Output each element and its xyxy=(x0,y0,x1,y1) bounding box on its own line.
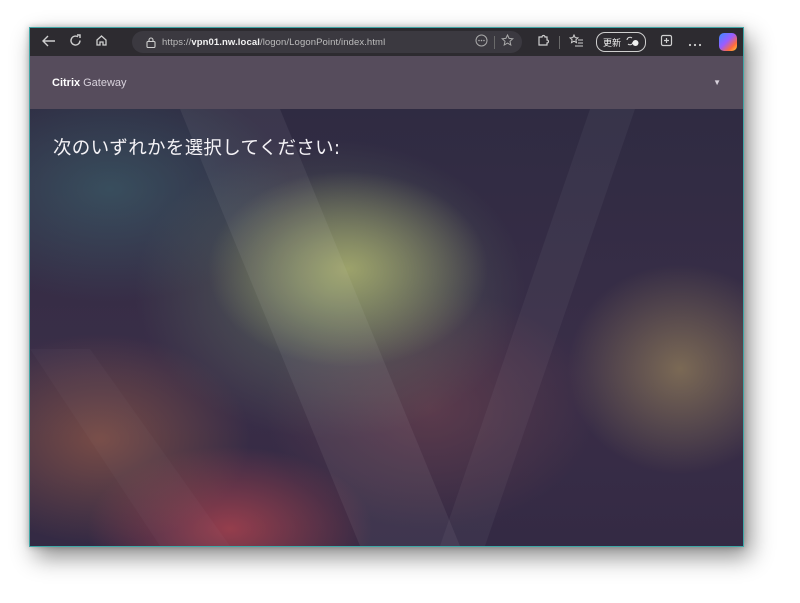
browser-toolbar: https://vpn01.nw.local/logon/LogonPoint/… xyxy=(30,28,743,56)
update-status-icon xyxy=(625,35,639,50)
update-button[interactable]: 更新 xyxy=(596,32,647,52)
reader-options-icon[interactable] xyxy=(475,34,488,50)
url-scheme: https:// xyxy=(162,36,192,48)
copilot-icon[interactable] xyxy=(719,33,738,51)
address-bar[interactable]: https://vpn01.nw.local/logon/LogonPoint/… xyxy=(132,31,522,53)
citrix-header: Citrix Gateway ▼ xyxy=(30,56,743,109)
selection-prompt: 次のいずれかを選択してください: xyxy=(53,138,341,159)
address-divider xyxy=(494,35,495,49)
browser-window: https://vpn01.nw.local/logon/LogonPoint/… xyxy=(29,27,744,547)
toolbar-divider xyxy=(559,35,560,49)
brand-name: Citrix xyxy=(52,76,81,89)
collections-button[interactable] xyxy=(653,30,679,54)
lock-icon[interactable] xyxy=(140,36,162,48)
update-label: 更新 xyxy=(603,38,622,49)
favorites-list-icon xyxy=(568,33,584,51)
url-path: /logon/LogonPoint/index.html xyxy=(259,36,386,48)
home-icon xyxy=(95,34,108,51)
url-host: vpn01.nw.local xyxy=(191,36,260,48)
arrow-left-icon xyxy=(42,34,56,51)
address-bar-actions xyxy=(475,31,514,53)
user-menu-caret-icon[interactable]: ▼ xyxy=(713,78,721,87)
extensions-button[interactable] xyxy=(530,30,556,54)
refresh-icon xyxy=(69,33,82,51)
more-menu-button[interactable] xyxy=(682,30,708,54)
product-name: Gateway xyxy=(83,76,127,89)
favorite-star-icon[interactable] xyxy=(501,33,514,50)
more-dots-icon xyxy=(688,34,702,51)
favorites-button[interactable] xyxy=(563,30,589,54)
logon-page-body: 次のいずれかを選択してください: xyxy=(30,109,743,546)
background-light-streaks xyxy=(180,109,635,546)
back-button[interactable] xyxy=(36,30,62,54)
brand-logo: Citrix Gateway xyxy=(52,77,127,89)
toolbar-right: 更新 xyxy=(530,30,738,54)
url-text[interactable]: https://vpn01.nw.local/logon/LogonPoint/… xyxy=(162,37,385,48)
collections-icon xyxy=(660,34,673,51)
puzzle-icon xyxy=(536,33,550,51)
refresh-button[interactable] xyxy=(62,30,88,54)
home-button[interactable] xyxy=(88,30,114,54)
